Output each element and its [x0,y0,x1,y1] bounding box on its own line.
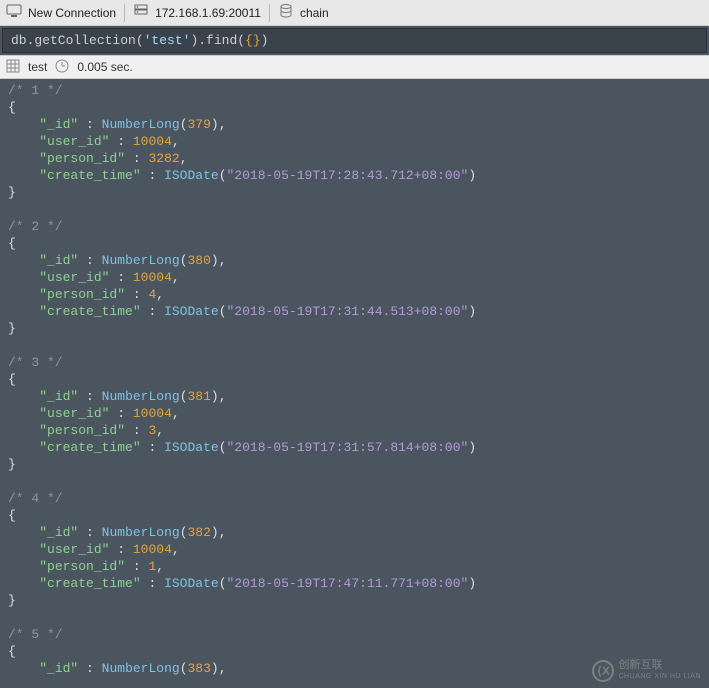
computer-icon [6,3,22,22]
status-bar: test 0.005 sec. [0,55,709,79]
exec-time: 0.005 sec. [77,60,132,74]
host-label[interactable]: 172.168.1.69:20011 [155,6,261,20]
watermark: ⟨X 创新互联 CHUANG XIN HU LIAN [592,660,701,682]
clock-icon [55,59,69,76]
watermark-text2: CHUANG XIN HU LIAN [618,671,701,682]
database-icon [278,3,294,22]
watermark-text1: 创新互联 [618,660,701,671]
separator [124,4,125,22]
watermark-icon: ⟨X [592,660,614,682]
connection-label[interactable]: New Connection [28,6,116,20]
collection-name: test [28,60,47,74]
db-label[interactable]: chain [300,6,329,20]
server-icon [133,3,149,22]
results-panel[interactable]: /* 1 */ { "_id" : NumberLong(379), "user… [0,79,709,687]
connection-toolbar: New Connection 172.168.1.69:20011 chain [0,0,709,26]
query-input[interactable]: db.getCollection('test').find({}) [2,28,707,53]
separator [269,4,270,22]
table-icon [6,59,20,76]
